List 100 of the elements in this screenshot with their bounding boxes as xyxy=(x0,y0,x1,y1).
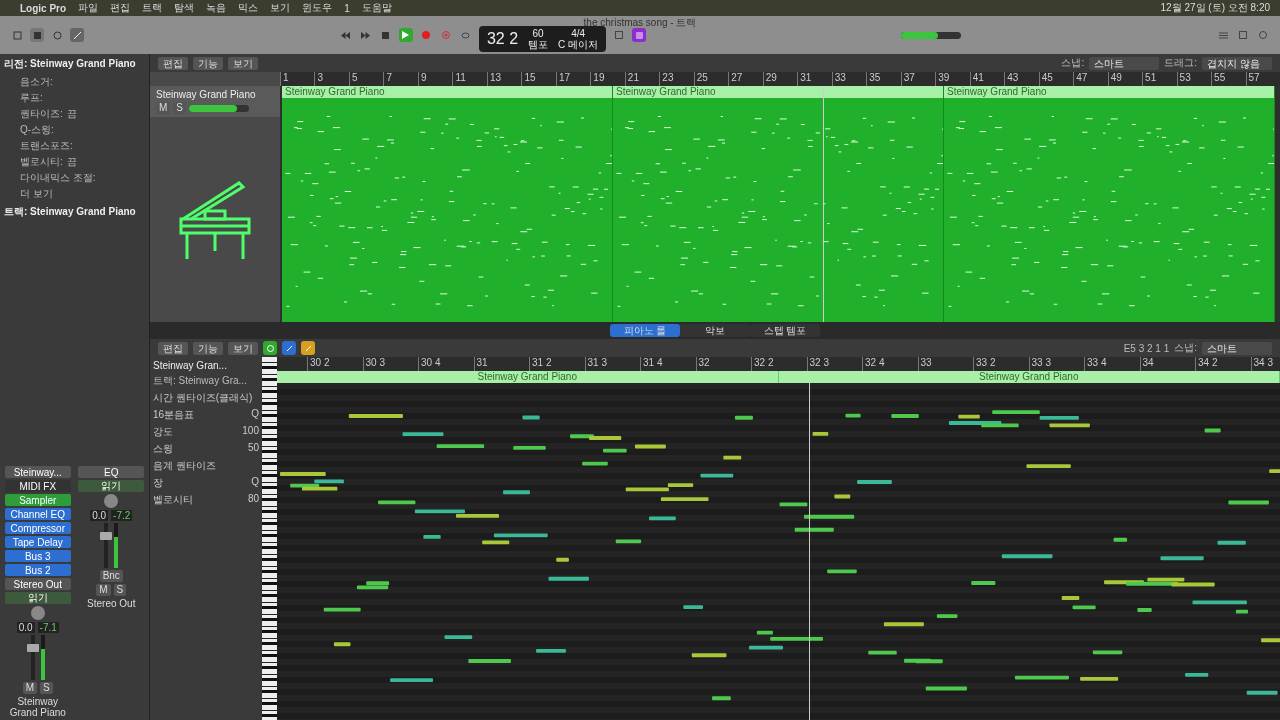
plugin-slot[interactable]: Tape Delay xyxy=(4,536,71,548)
region-bar[interactable]: Steinway Grand Piano xyxy=(778,371,1280,383)
param-value[interactable]: Q xyxy=(251,408,259,422)
midi-fx-slot[interactable]: MIDI FX xyxy=(4,480,71,492)
setting-slot[interactable]: Steinway... xyxy=(4,466,71,478)
inspector-label: 다이내믹스 조절: xyxy=(20,171,96,185)
strip-button[interactable]: S xyxy=(113,584,127,596)
menu-item[interactable]: 탐색 xyxy=(174,1,195,15)
key-signature: C 메이저 xyxy=(558,39,599,50)
plugin-slot[interactable]: Channel EQ xyxy=(4,508,71,520)
play-icon xyxy=(402,31,410,39)
menu-item[interactable]: 녹음 xyxy=(206,1,227,15)
menu-item[interactable]: Logic Pro xyxy=(20,2,67,14)
more-toggle[interactable]: 더 보기 xyxy=(20,187,53,201)
menu-bar-clock: 12월 27일 (토) 오전 8:20 xyxy=(1160,1,1270,15)
strip-button[interactable]: M xyxy=(22,682,38,694)
param-label: 장 xyxy=(153,476,163,490)
drag-select[interactable]: 겹치지 않음 xyxy=(1202,56,1272,70)
region-header[interactable]: 리전: Steinway Grand Piano xyxy=(0,54,149,74)
inspector-label: Q-스윙: xyxy=(20,123,54,137)
strip-button[interactable]: M xyxy=(96,584,111,596)
menu-item[interactable]: 편집 xyxy=(110,1,131,15)
param-label: 16분음표 xyxy=(153,408,195,422)
send-slot[interactable]: Bus 2 xyxy=(4,564,71,576)
automation-mode[interactable]: 읽기 xyxy=(4,592,71,604)
track-name[interactable]: Steinway Grand Piano xyxy=(156,89,274,100)
menu-item[interactable]: 파일 xyxy=(78,1,99,15)
param-label: 시간 퀀타이즈(클래식) xyxy=(153,391,253,405)
inspector-label: 루프: xyxy=(20,91,43,105)
track-volume-slider[interactable] xyxy=(189,104,249,112)
toolbar-menu[interactable]: 보기 xyxy=(228,56,258,70)
tempo-value: 60 xyxy=(532,28,544,39)
toolbar-menu[interactable]: 보기 xyxy=(228,341,258,355)
menu-item[interactable]: 1 xyxy=(344,2,350,14)
menu-item[interactable]: 트랙 xyxy=(142,1,163,15)
snap-select[interactable]: 스마트 xyxy=(1202,341,1272,355)
midi-region[interactable]: Steinway Grand Piano xyxy=(944,86,1275,322)
editor-tab[interactable]: 악보 xyxy=(680,324,750,337)
param-value[interactable]: Q xyxy=(251,476,259,490)
region-name: Steinway Grand Piano xyxy=(282,86,612,98)
toolbar-menu[interactable]: 기능 xyxy=(193,341,223,355)
inspector-icon[interactable] xyxy=(30,28,44,42)
level-meter xyxy=(40,635,45,680)
menu-item[interactable]: 보기 xyxy=(270,1,291,15)
midi-region[interactable]: Steinway Grand Piano xyxy=(282,86,613,322)
editor-tab[interactable]: 스텝 템포 xyxy=(750,324,820,337)
editor-tab[interactable]: 피아노 롤 xyxy=(610,324,680,337)
automation-mode[interactable]: 읽기 xyxy=(78,480,145,492)
track-header[interactable]: 트랙: Steinway Grand Piano xyxy=(0,202,149,222)
param-value[interactable]: 80 xyxy=(247,493,259,507)
drag-label: 드래그: xyxy=(1164,56,1197,70)
param-value[interactable]: 50 xyxy=(247,442,259,456)
region-name: Steinway Grand Piano xyxy=(613,86,943,98)
play-button[interactable] xyxy=(398,28,413,42)
param-label: 벨로시티 xyxy=(153,493,193,507)
setting-slot[interactable]: EQ xyxy=(78,466,145,478)
note-position: E5 3 2 1 1 xyxy=(1123,342,1170,354)
volume-value: 0.0 xyxy=(16,622,35,633)
menu-item[interactable]: 윈도우 xyxy=(302,1,333,15)
window-title: the christmas song - 트랙 xyxy=(583,16,697,29)
mute-button[interactable]: M xyxy=(156,102,171,114)
editor-track-name: Steinway Gran... xyxy=(153,360,228,371)
snap-label: 스냅: xyxy=(1061,56,1085,70)
param-label: 음계 퀀타이즈 xyxy=(153,459,216,473)
tempo-label: 템포 xyxy=(528,39,549,50)
plugin-badge-icon[interactable] xyxy=(632,28,647,42)
pencil-icon[interactable] xyxy=(301,341,315,355)
snap-select[interactable]: 스마트 xyxy=(1089,56,1160,70)
snap-label: 스냅: xyxy=(1174,341,1197,355)
master-volume-slider[interactable] xyxy=(901,31,962,39)
inspector-value[interactable]: 끔 xyxy=(66,155,77,169)
solo-button[interactable]: S xyxy=(173,102,186,114)
position-display: 32 2 xyxy=(486,30,519,48)
toolbar-menu[interactable]: 기능 xyxy=(193,56,223,70)
pencil-icon[interactable] xyxy=(70,28,84,42)
toolbar-menu[interactable]: 편집 xyxy=(158,341,188,355)
pan-knob[interactable] xyxy=(30,606,45,620)
inspector-label: 퀀타이즈: xyxy=(20,107,63,121)
menu-item[interactable]: 믹스 xyxy=(238,1,259,15)
piano-keyboard[interactable] xyxy=(262,357,277,720)
midi-region[interactable]: Steinway Grand Piano xyxy=(613,86,944,322)
plugin-slot[interactable]: Compressor xyxy=(4,522,71,534)
inspector-value[interactable]: 끔 xyxy=(66,107,77,121)
grand-piano-icon xyxy=(179,178,251,261)
editor-track-sub: 트랙: Steinway Gra... xyxy=(153,374,248,388)
menu-item[interactable]: 도움말 xyxy=(361,1,392,15)
volume-value: 0.0 xyxy=(90,510,109,521)
time-signature: 4/4 xyxy=(571,28,586,39)
param-value[interactable]: 100 xyxy=(242,425,259,439)
pan-knob[interactable] xyxy=(104,494,119,508)
channel-name: Stereo Out xyxy=(87,598,136,609)
send-slot[interactable]: Bus 3 xyxy=(4,550,71,562)
region-bar[interactable]: Steinway Grand Piano xyxy=(277,371,779,383)
bounce-button[interactable]: Bnc xyxy=(99,570,123,582)
toolbar-menu[interactable]: 편집 xyxy=(158,56,188,70)
region-name: Steinway Grand Piano xyxy=(944,86,1274,98)
output-slot[interactable]: Stereo Out xyxy=(4,578,71,590)
midi-in-icon[interactable] xyxy=(263,341,277,355)
strip-button[interactable]: S xyxy=(40,682,53,694)
peak-value: -7.2 xyxy=(111,510,133,521)
